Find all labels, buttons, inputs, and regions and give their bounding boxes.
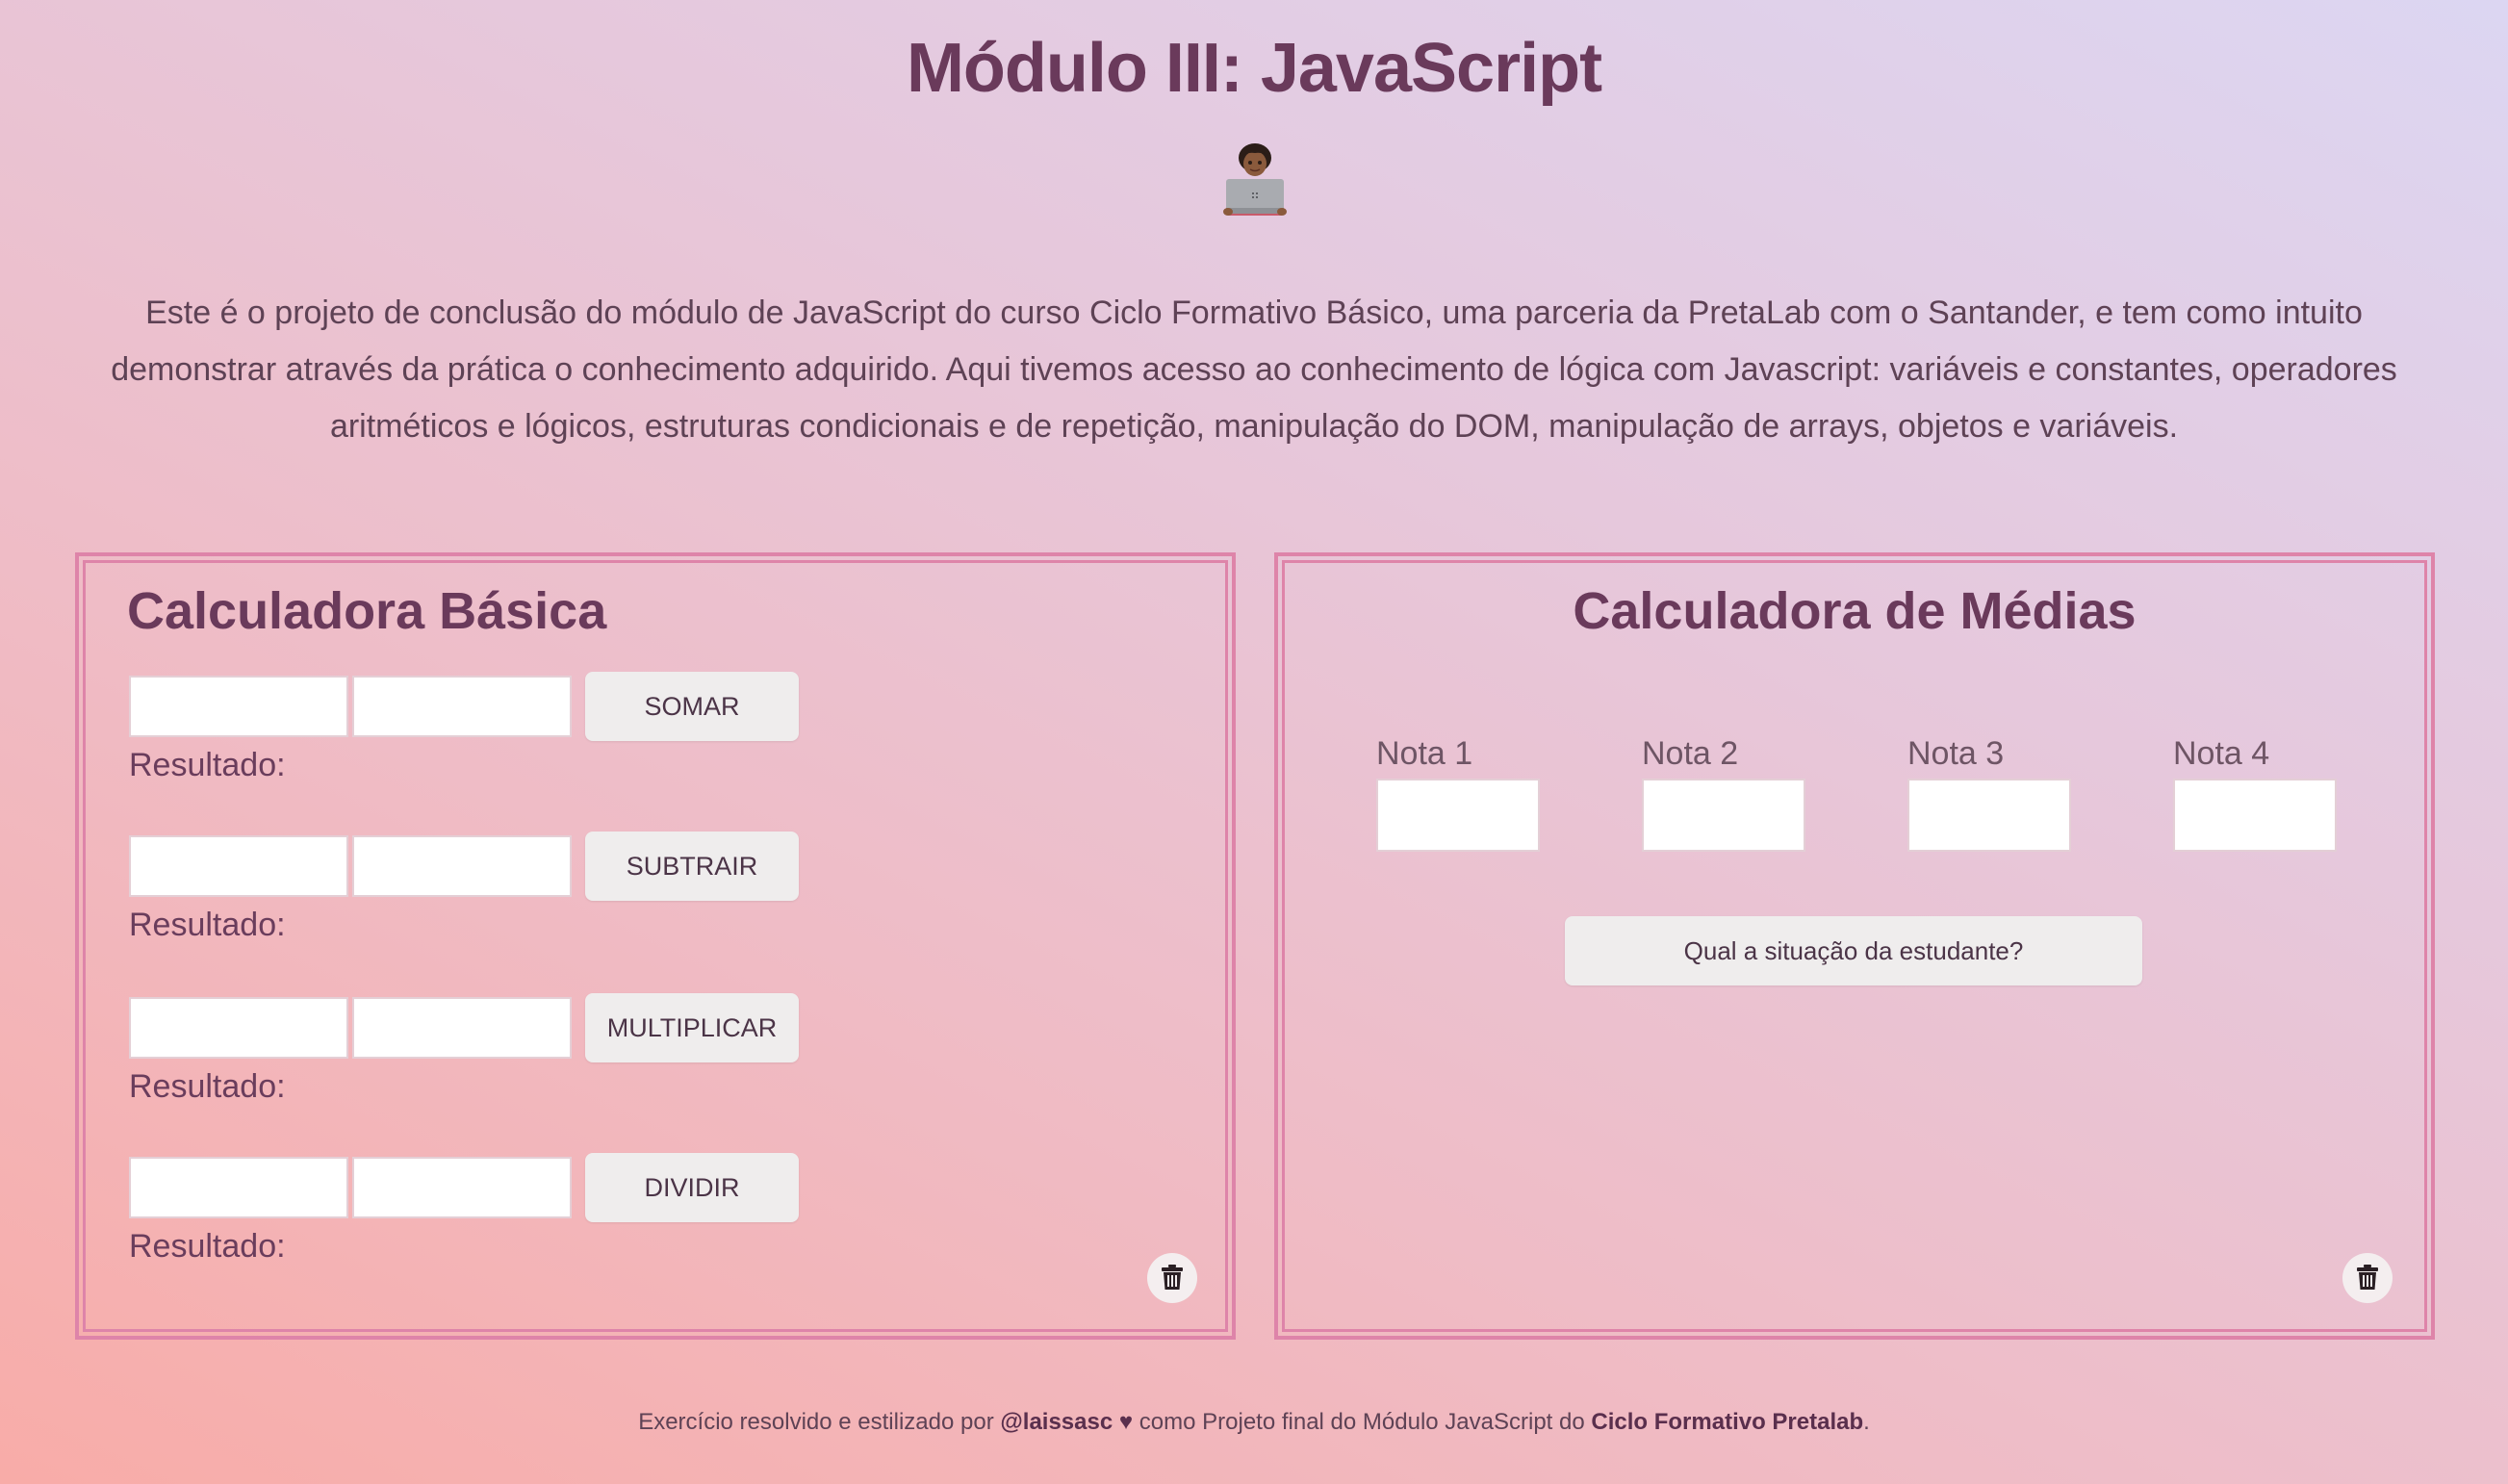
page-title: Módulo III: JavaScript <box>906 30 1602 107</box>
footer-suffix: . <box>1863 1409 1870 1435</box>
divide-input-b[interactable] <box>352 1157 572 1218</box>
grade-label-3: Nota 3 <box>1907 735 2005 772</box>
grade-field-1: Nota 1 <box>1376 735 1540 852</box>
sum-input-a[interactable] <box>129 676 348 737</box>
intro-paragraph: Este é o projeto de conclusão do módulo … <box>111 294 2397 445</box>
grade-field-4: Nota 4 <box>2173 735 2337 852</box>
subtract-result: Resultado: <box>129 907 294 944</box>
clear-basic-calculator-button[interactable] <box>1147 1253 1197 1303</box>
footer-course-link[interactable]: Ciclo Formativo Pretalab <box>1591 1409 1863 1435</box>
subtract-input-b[interactable] <box>352 835 572 897</box>
clear-average-calculator-button[interactable] <box>2342 1253 2393 1303</box>
footer-middle: como Projeto final do Módulo JavaScript … <box>1139 1409 1585 1435</box>
multiply-row: MULTIPLICAR Resultado: <box>129 993 899 1132</box>
multiply-input-b[interactable] <box>352 997 572 1059</box>
average-calculator-title: Calculadora de Médias <box>1573 582 2137 640</box>
grade-label-1: Nota 1 <box>1376 735 1473 772</box>
result-label: Resultado: <box>129 1068 286 1105</box>
result-label: Resultado: <box>129 1228 286 1265</box>
footer-prefix: Exercício resolvido e estilizado por <box>638 1409 994 1435</box>
multiply-button[interactable]: MULTIPLICAR <box>585 993 799 1062</box>
multiply-input-a[interactable] <box>129 997 348 1059</box>
grade-input-3[interactable] <box>1907 779 2071 852</box>
woman-technologist-icon <box>1220 142 1290 216</box>
subtract-button[interactable]: SUBTRAIR <box>585 832 799 901</box>
result-label: Resultado: <box>129 747 286 783</box>
grade-label-4: Nota 4 <box>2173 735 2270 772</box>
student-situation-button[interactable]: Qual a situação da estudante? <box>1565 916 2142 985</box>
divide-row: DIVIDIR Resultado: <box>129 1153 899 1292</box>
divide-result: Resultado: <box>129 1228 294 1266</box>
sum-input-b[interactable] <box>352 676 572 737</box>
trash-icon <box>1160 1264 1185 1293</box>
multiply-result: Resultado: <box>129 1068 294 1106</box>
sum-button[interactable]: SOMAR <box>585 672 799 741</box>
result-label: Resultado: <box>129 907 286 943</box>
grade-field-2: Nota 2 <box>1642 735 1805 852</box>
sum-result: Resultado: <box>129 747 294 784</box>
footer-author-link[interactable]: @laissasc <box>1000 1409 1113 1435</box>
grade-input-2[interactable] <box>1642 779 1805 852</box>
subtract-row: SUBTRAIR Resultado: <box>129 832 899 970</box>
grade-label-2: Nota 2 <box>1642 735 1739 772</box>
basic-calculator-title: Calculadora Básica <box>127 582 607 640</box>
grade-input-4[interactable] <box>2173 779 2337 852</box>
average-calculator-card: Calculadora de Médias Nota 1 Nota 2 Nota… <box>1274 552 2435 1340</box>
basic-calculator-card: Calculadora Básica SOMAR Resultado: SUBT… <box>75 552 1236 1340</box>
divide-button[interactable]: DIVIDIR <box>585 1153 799 1222</box>
grade-input-1[interactable] <box>1376 779 1540 852</box>
subtract-input-a[interactable] <box>129 835 348 897</box>
footer: Exercício resolvido e estilizado por @la… <box>0 1409 2508 1436</box>
sum-row: SOMAR Resultado: <box>129 672 899 810</box>
heart-icon: ♥ <box>1118 1409 1134 1435</box>
divide-input-a[interactable] <box>129 1157 348 1218</box>
trash-icon <box>2355 1264 2380 1293</box>
grade-field-3: Nota 3 <box>1907 735 2071 852</box>
